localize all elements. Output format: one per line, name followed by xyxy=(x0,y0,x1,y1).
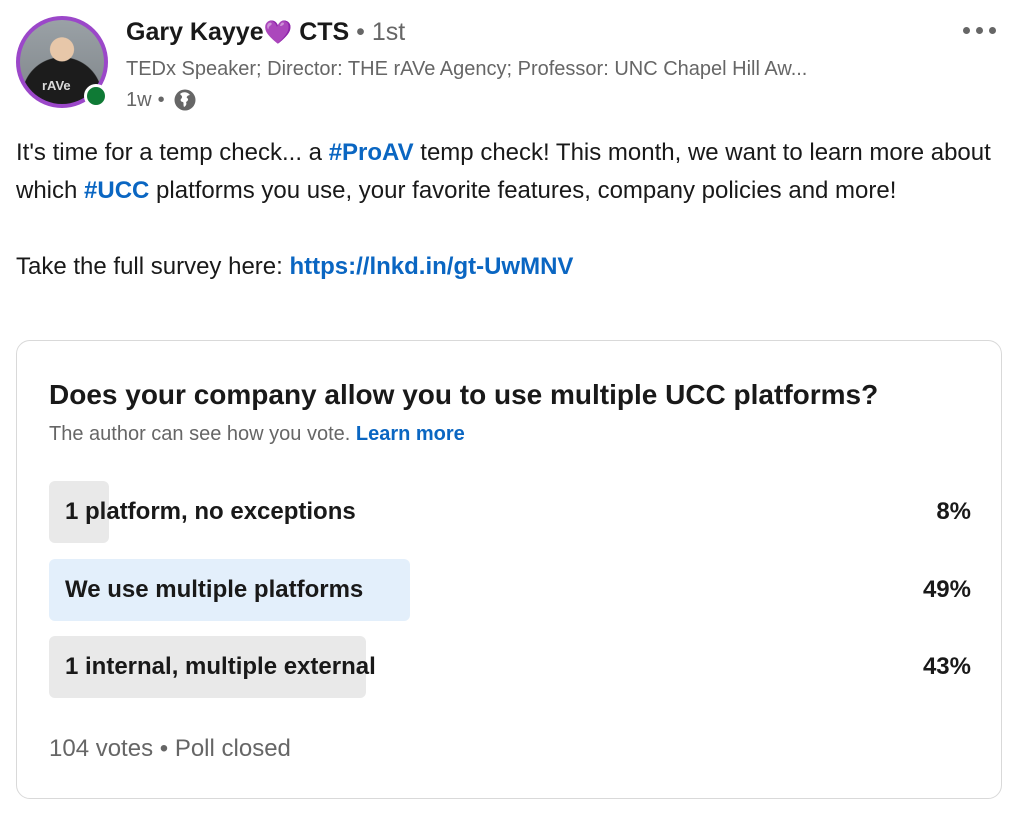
more-options-button[interactable] xyxy=(954,16,1004,44)
hashtag-proav[interactable]: #ProAV xyxy=(329,139,414,166)
poll-card: Does your company allow you to use multi… xyxy=(16,340,1002,799)
author-name[interactable]: Gary Kayye xyxy=(126,18,264,46)
poll-option-percent: 8% xyxy=(936,498,971,525)
poll-note-text: The author can see how you vote. xyxy=(49,423,351,445)
purple-heart-icon: 💜 xyxy=(263,19,293,45)
poll-status: Poll closed xyxy=(174,735,291,762)
post-text-part: platforms you use, your favorite feature… xyxy=(149,177,897,204)
poll-option-label: We use multiple platforms xyxy=(65,576,364,603)
poll-question: Does your company allow you to use multi… xyxy=(49,379,879,410)
post-paragraph: It's time for a temp check... a #ProAV t… xyxy=(16,134,1006,210)
poll-votes: 104 votes xyxy=(49,735,154,762)
author-headline: TEDx Speaker; Director: THE rAVe Agency;… xyxy=(126,58,808,80)
poll-option-percent: 43% xyxy=(922,653,971,680)
survey-paragraph: Take the full survey here: https://lnkd.… xyxy=(16,248,1006,286)
poll-visibility-note: The author can see how you vote. Learn m… xyxy=(49,423,465,446)
bullet-separator: • xyxy=(159,735,169,762)
online-status-icon xyxy=(84,84,108,108)
more-dots-icon xyxy=(975,26,983,34)
survey-link[interactable]: https://lnkd.in/gt-UwMNV xyxy=(289,253,573,280)
connection-degree: 1st xyxy=(371,18,406,46)
post-meta: 1w • xyxy=(126,88,197,112)
more-dots-icon xyxy=(962,26,970,34)
bullet-separator: • xyxy=(356,18,365,46)
more-dots-icon xyxy=(988,26,996,34)
post-text-part: It's time for a temp check... a xyxy=(16,139,329,166)
hashtag-ucc[interactable]: #UCC xyxy=(84,177,149,204)
poll-option-3[interactable]: 1 internal, multiple external 43% xyxy=(49,636,971,698)
avatar-logo: rAVe xyxy=(42,78,71,93)
bullet-separator: • xyxy=(157,88,165,111)
survey-label: Take the full survey here: xyxy=(16,253,290,280)
author-name-line[interactable]: Gary Kayye💜 CTS • 1st xyxy=(126,18,405,47)
post-time: 1w xyxy=(126,88,152,111)
globe-icon xyxy=(174,89,196,111)
avatar[interactable]: rAVe xyxy=(16,16,108,108)
post-text: It's time for a temp check... a #ProAV t… xyxy=(16,134,1006,286)
poll-option-2[interactable]: We use multiple platforms 49% xyxy=(49,559,971,621)
poll-option-label: 1 internal, multiple external xyxy=(65,653,376,680)
poll-option-percent: 49% xyxy=(922,576,971,603)
post-header: rAVe Gary Kayye💜 CTS • 1st TEDx Speaker;… xyxy=(0,0,1024,125)
poll-option-1[interactable]: 1 platform, no exceptions 8% xyxy=(49,481,971,543)
poll-footer: 104 votes • Poll closed xyxy=(49,735,291,763)
poll-option-label: 1 platform, no exceptions xyxy=(65,498,356,525)
author-credential[interactable]: CTS xyxy=(299,18,349,46)
learn-more-link[interactable]: Learn more xyxy=(356,423,465,445)
